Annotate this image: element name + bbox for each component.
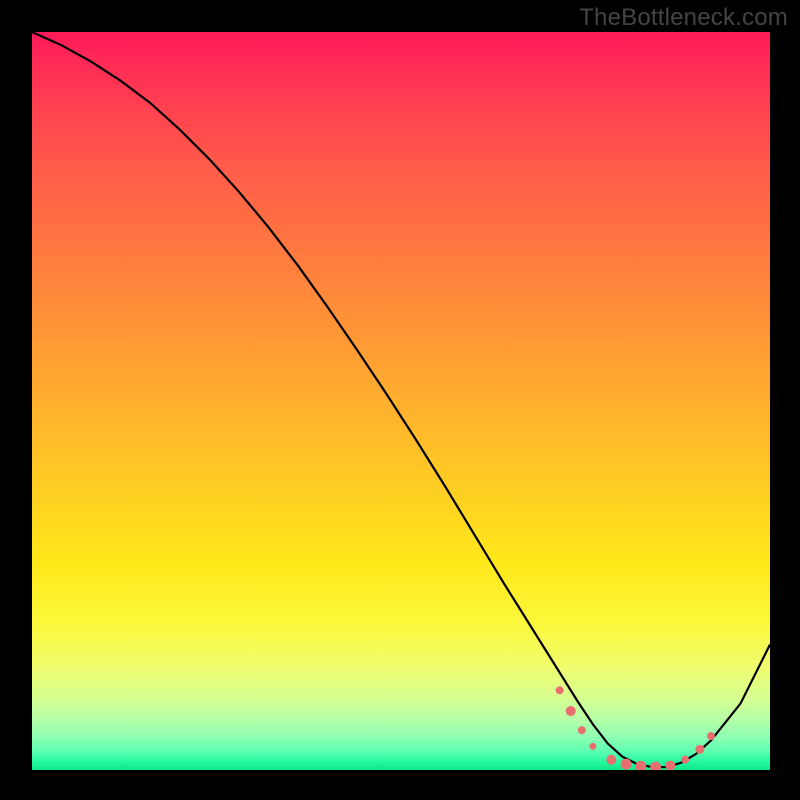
- curve-marker: [589, 743, 596, 750]
- curve-marker: [635, 761, 646, 770]
- curve-marker: [578, 726, 586, 734]
- bottleneck-curve: [32, 32, 770, 767]
- curve-marker: [650, 762, 661, 770]
- curve-marker: [707, 732, 715, 740]
- curve-marker: [621, 759, 632, 770]
- watermark-text: TheBottleneck.com: [579, 4, 788, 32]
- curve-marker: [566, 706, 576, 716]
- curve-marker: [681, 756, 689, 764]
- curve-marker: [695, 745, 704, 754]
- curve-marker: [665, 761, 675, 770]
- curve-marker: [606, 755, 616, 765]
- chart-plot-area: [32, 32, 770, 770]
- curve-marker: [556, 686, 564, 694]
- chart-svg: [32, 32, 770, 770]
